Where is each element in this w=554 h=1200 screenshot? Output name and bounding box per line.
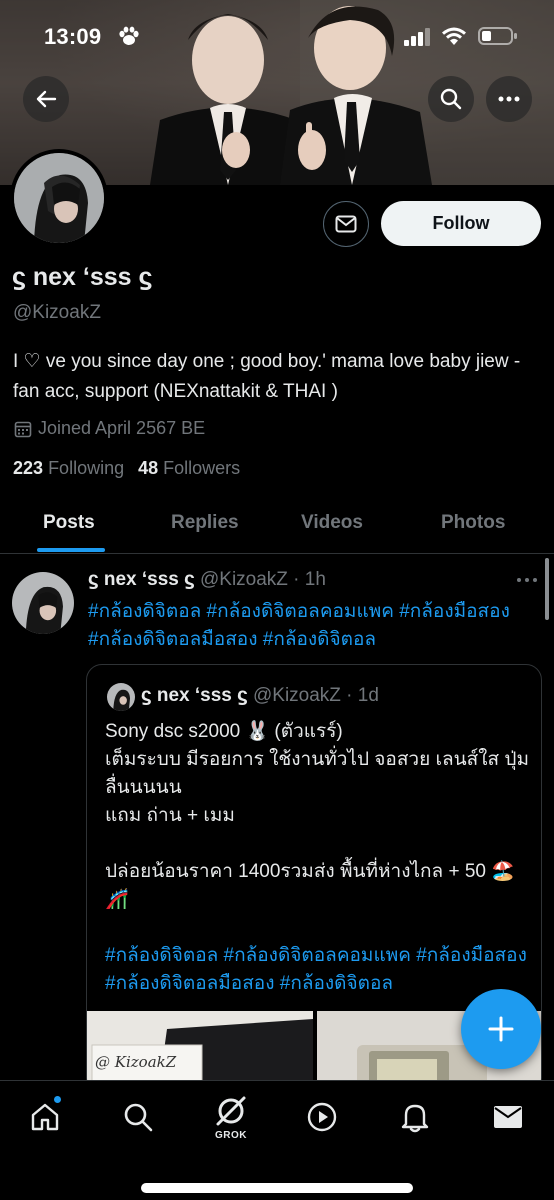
search-button[interactable] (428, 76, 474, 122)
quoted-avatar-photo (107, 683, 135, 711)
profile-handle: @KizoakZ (13, 302, 101, 323)
compose-post-button[interactable] (461, 989, 541, 1069)
back-button[interactable] (23, 76, 69, 122)
scrollbar[interactable] (545, 558, 549, 620)
following-link[interactable]: 223 Following (13, 458, 124, 478)
active-tab-indicator (37, 548, 105, 552)
post-hashtags[interactable]: #กล้องดิจิตอล #กล้องดิจิตอลคอมแพค #กล้อง… (88, 598, 543, 654)
quoted-post-text: Sony dsc s2000 🐰 (ตัวแรร์) เต็มระบบ มีรอ… (105, 718, 530, 998)
grok-label: GROK (215, 1130, 247, 1141)
following-label: Following (48, 458, 125, 478)
quoted-post-header: ϛ nex ‘sss ϛ @KizoakZ · 1d (141, 685, 379, 707)
following-count: 223 (13, 458, 44, 478)
status-bar: 13:09 (0, 0, 554, 70)
post-avatar-photo (12, 572, 74, 634)
post-header: ϛ nex ‘sss ϛ @KizoakZ · 1h (88, 569, 326, 591)
home-notification-dot (53, 1095, 62, 1104)
profile-stats: 223 Following 48 Followers (13, 458, 240, 479)
message-button[interactable] (323, 201, 369, 247)
quoted-hashtags[interactable]: #กล้องดิจิตอล #กล้องดิจิตอลคอมแพค #กล้อง… (105, 942, 530, 998)
profile-joined: Joined April 2567 BE (14, 418, 205, 439)
wifi-icon (442, 27, 466, 45)
arrow-left-icon (36, 90, 57, 108)
joined-date: Joined April 2567 BE (38, 418, 206, 438)
post-author-name[interactable]: ϛ nex ‘sss ϛ (88, 569, 195, 590)
home-icon (31, 1103, 59, 1131)
status-time: 13:09 (44, 24, 102, 49)
search-icon (440, 88, 462, 110)
quoted-line-1: Sony dsc s2000 🐰 (ตัวแรร์) (105, 721, 343, 742)
follow-button[interactable]: Follow (381, 201, 541, 246)
followers-count: 48 (138, 458, 159, 478)
bell-icon (401, 1104, 429, 1133)
nav-notifications[interactable] (393, 1095, 437, 1139)
quoted-author-name: ϛ nex ‘sss ϛ (141, 685, 248, 706)
battery-icon (478, 27, 517, 45)
home-indicator (141, 1183, 413, 1193)
post-handle-time: @KizoakZ · 1h (199, 569, 326, 590)
quoted-line-2: เต็มระบบ มีรอยการ ใช้งานทั่วไป จอสวย เลน… (105, 749, 529, 798)
post-author-avatar[interactable] (12, 572, 74, 634)
nav-video[interactable] (300, 1095, 344, 1139)
plus-icon (488, 1016, 514, 1042)
more-options-button[interactable] (486, 76, 532, 122)
followers-link[interactable]: 48 Followers (138, 458, 240, 478)
nav-grok[interactable] (209, 1089, 253, 1133)
post-more-icon[interactable] (516, 577, 538, 583)
play-circle-icon (307, 1102, 337, 1132)
cellular-signal-icon (404, 28, 430, 46)
quoted-line-3: แถม ถ่าน + เมม (105, 805, 235, 826)
nav-messages[interactable] (486, 1095, 530, 1139)
calendar-icon (14, 421, 32, 437)
tab-replies[interactable]: Replies (171, 512, 239, 534)
mail-icon (335, 215, 357, 233)
search-nav-icon (124, 1103, 153, 1132)
profile-avatar[interactable] (10, 149, 108, 247)
quoted-line-4: ปล่อยน้อนราคา 1400รวมส่ง พื้นที่ห่างไกล … (105, 861, 515, 910)
tab-posts[interactable]: Posts (43, 512, 95, 534)
quoted-handle-time: @KizoakZ · 1d (252, 685, 379, 706)
quoted-author-avatar (107, 683, 135, 711)
envelope-icon (494, 1106, 522, 1128)
grok-icon (216, 1096, 246, 1126)
profile-bio: I ♡ ve you since day one ; good boy.' ma… (13, 351, 521, 402)
bottom-navigation: GROK (0, 1080, 554, 1200)
avatar-photo (14, 153, 104, 243)
tab-photos[interactable]: Photos (441, 512, 505, 534)
tab-videos[interactable]: Videos (301, 512, 363, 534)
paw-icon (119, 26, 139, 45)
followers-label: Followers (163, 458, 241, 478)
nav-search[interactable] (116, 1095, 160, 1139)
quoted-image-watermark: @ KizoakZ (95, 1053, 177, 1071)
profile-tabs: Posts Replies Videos Photos (0, 498, 554, 554)
more-horizontal-icon (498, 96, 520, 102)
profile-display-name: ϛ nex ‘sss ϛ (12, 263, 153, 291)
